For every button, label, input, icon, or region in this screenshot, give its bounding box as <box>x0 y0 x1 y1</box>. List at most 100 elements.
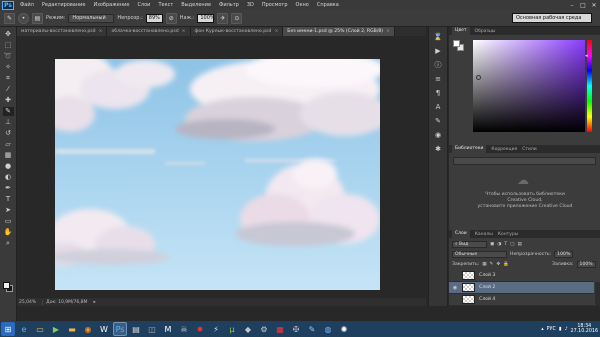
foreground-color-swatch[interactable] <box>3 282 10 289</box>
brush-tool-preset-icon[interactable]: ✎ <box>4 12 15 24</box>
filter-type-icon[interactable]: T <box>504 242 507 247</box>
layer-name[interactable]: Слой 4 <box>479 297 495 302</box>
menu-layers[interactable]: Слои <box>133 0 154 10</box>
zoom-level[interactable]: 25,04% <box>19 300 36 305</box>
character-icon[interactable]: A <box>433 103 443 112</box>
status-arrow-icon[interactable]: ▸ <box>93 300 95 305</box>
opacity-field[interactable]: 89% <box>145 13 163 23</box>
steam-icon[interactable]: ⚙ <box>257 322 271 336</box>
flow-field[interactable]: 100% <box>197 13 215 23</box>
path-select-tool-icon[interactable]: ➤ <box>3 206 14 215</box>
internet-explorer-icon[interactable]: e <box>17 322 31 336</box>
tab-styles[interactable]: Стили <box>522 147 537 152</box>
marquee-tool-icon[interactable]: ⬚ <box>3 41 14 50</box>
skull-icon[interactable]: ☠ <box>177 322 191 336</box>
tab-libraries[interactable]: Библиотеки <box>452 145 487 153</box>
foreground-color-chip[interactable] <box>453 40 460 47</box>
brush-settings-icon[interactable]: ✱ <box>433 145 443 154</box>
library-select[interactable] <box>453 157 596 165</box>
blend-mode-select[interactable]: Обычные <box>452 250 507 258</box>
brush-panel-icon[interactable]: ▤ <box>32 12 43 24</box>
pen-tool-icon[interactable]: ✒ <box>3 184 14 193</box>
dodge-tool-icon[interactable]: ◐ <box>3 173 14 182</box>
layer-row[interactable]: ◉ Слой 2 <box>449 282 594 294</box>
workspace-select[interactable]: Основная рабочая среда <box>512 13 592 23</box>
hue-marker-icon[interactable]: ◂ <box>585 53 588 59</box>
close-icon[interactable]: × <box>182 27 186 36</box>
color-field[interactable] <box>473 40 585 132</box>
pressure-size-icon[interactable]: ⊙ <box>231 12 243 24</box>
blur-tool-icon[interactable]: ● <box>3 162 14 171</box>
layer-name[interactable]: Слой 2 <box>479 285 495 290</box>
hand-tool-icon[interactable]: ✋ <box>3 228 14 237</box>
menu-select[interactable]: Выделение <box>177 0 215 10</box>
menu-file[interactable]: Файл <box>16 0 38 10</box>
firefox-icon[interactable]: ◉ <box>81 322 95 336</box>
tab-color[interactable]: Цвет <box>452 27 470 35</box>
network-icon[interactable]: ◍ <box>321 322 335 336</box>
menu-view[interactable]: Просмотр <box>258 0 292 10</box>
type-tool-icon[interactable]: T <box>3 195 14 204</box>
ladybug-icon[interactable]: ✹ <box>193 322 207 336</box>
filter-pixel-icon[interactable]: ▣ <box>490 242 494 247</box>
canvas-area[interactable] <box>17 36 426 298</box>
close-icon[interactable]: × <box>274 27 278 36</box>
airbrush-icon[interactable]: ✈ <box>217 12 229 24</box>
layer-row[interactable]: Слой 3 <box>449 270 594 282</box>
brush-size-icon[interactable]: • <box>18 12 29 24</box>
app-icon[interactable]: ✠ <box>289 322 303 336</box>
tray-arrow-icon[interactable]: ▴ <box>541 327 543 332</box>
tab-channels[interactable]: Каналы <box>475 232 493 237</box>
filter-adjust-icon[interactable]: ◑ <box>497 242 501 247</box>
tab-clouds[interactable]: облачка-восстановлено.psd × <box>107 27 191 36</box>
photoshop-taskbar-icon[interactable]: Ps <box>113 322 127 336</box>
app-m-icon[interactable]: M <box>161 322 175 336</box>
menu-edit[interactable]: Редактирование <box>38 0 90 10</box>
word-icon[interactable]: W <box>97 322 111 336</box>
media-player-icon[interactable]: ▶ <box>49 322 63 336</box>
tab-background[interactable]: фон Курлык-восстановлено.psd × <box>190 27 284 36</box>
lock-position-icon[interactable]: ✥ <box>496 262 500 267</box>
menu-help[interactable]: Справка <box>313 0 343 10</box>
network-status-icon[interactable]: ▮ <box>559 327 562 332</box>
tab-layers[interactable]: Слои <box>452 230 470 238</box>
menu-image[interactable]: Изображение <box>89 0 133 10</box>
minimize-icon[interactable]: – <box>568 2 576 9</box>
paint-icon[interactable]: ✎ <box>305 322 319 336</box>
media-icon[interactable]: ◫ <box>145 322 159 336</box>
layer-filter-select[interactable]: ⌕ Вид <box>452 240 487 248</box>
clock[interactable]: 18:34 27.10.2016 <box>571 324 598 334</box>
folder-icon[interactable]: ▬ <box>65 322 79 336</box>
brush-tool-icon[interactable]: ✎ <box>2 107 14 116</box>
wolf-icon[interactable]: ⚡ <box>209 322 223 336</box>
close-icon[interactable]: × <box>99 27 103 36</box>
zoom-tool-icon[interactable]: ⌕ <box>3 239 14 248</box>
history-icon[interactable]: ⌛ <box>433 33 443 42</box>
document-icon[interactable]: ▤ <box>129 322 143 336</box>
lock-all-icon[interactable]: 🔒 <box>503 262 509 267</box>
maximize-icon[interactable]: □ <box>579 2 587 9</box>
clone-stamp-tool-icon[interactable]: ⊥ <box>3 118 14 127</box>
mode-select[interactable]: Нормальный <box>68 13 115 23</box>
language-indicator[interactable]: РУС <box>547 327 556 332</box>
filter-shape-icon[interactable]: ▢ <box>510 242 514 247</box>
quick-select-tool-icon[interactable]: ✧ <box>3 63 14 72</box>
eyedropper-tool-icon[interactable]: ⁄ <box>3 85 14 94</box>
shape-tool-icon[interactable]: ▭ <box>3 217 14 226</box>
properties-icon[interactable]: ≡ <box>433 75 443 84</box>
layers-scrollbar[interactable] <box>595 282 600 306</box>
tab-materials[interactable]: материалы-восстановлено.psd × <box>17 27 108 36</box>
game-icon[interactable]: ▦ <box>273 322 287 336</box>
menu-3d[interactable]: 3D <box>243 0 258 10</box>
info-icon[interactable]: ⓘ <box>433 61 443 70</box>
healing-brush-tool-icon[interactable]: ✚ <box>3 96 14 105</box>
paragraph-icon[interactable]: ¶ <box>433 89 443 98</box>
move-tool-icon[interactable]: ✥ <box>3 30 14 39</box>
tool-presets-icon[interactable]: ✎ <box>433 117 443 126</box>
filter-smart-icon[interactable]: ▤ <box>518 242 522 247</box>
close-icon[interactable]: ✕ <box>590 2 598 9</box>
layer-name[interactable]: Слой 3 <box>479 273 495 278</box>
volume-icon[interactable]: ♪ <box>564 327 567 332</box>
tab-untitled[interactable]: Без имени-1.psd @ 25% (Слой 2, RGB/8) × <box>283 27 395 36</box>
file-explorer-icon[interactable]: ▭ <box>33 322 47 336</box>
